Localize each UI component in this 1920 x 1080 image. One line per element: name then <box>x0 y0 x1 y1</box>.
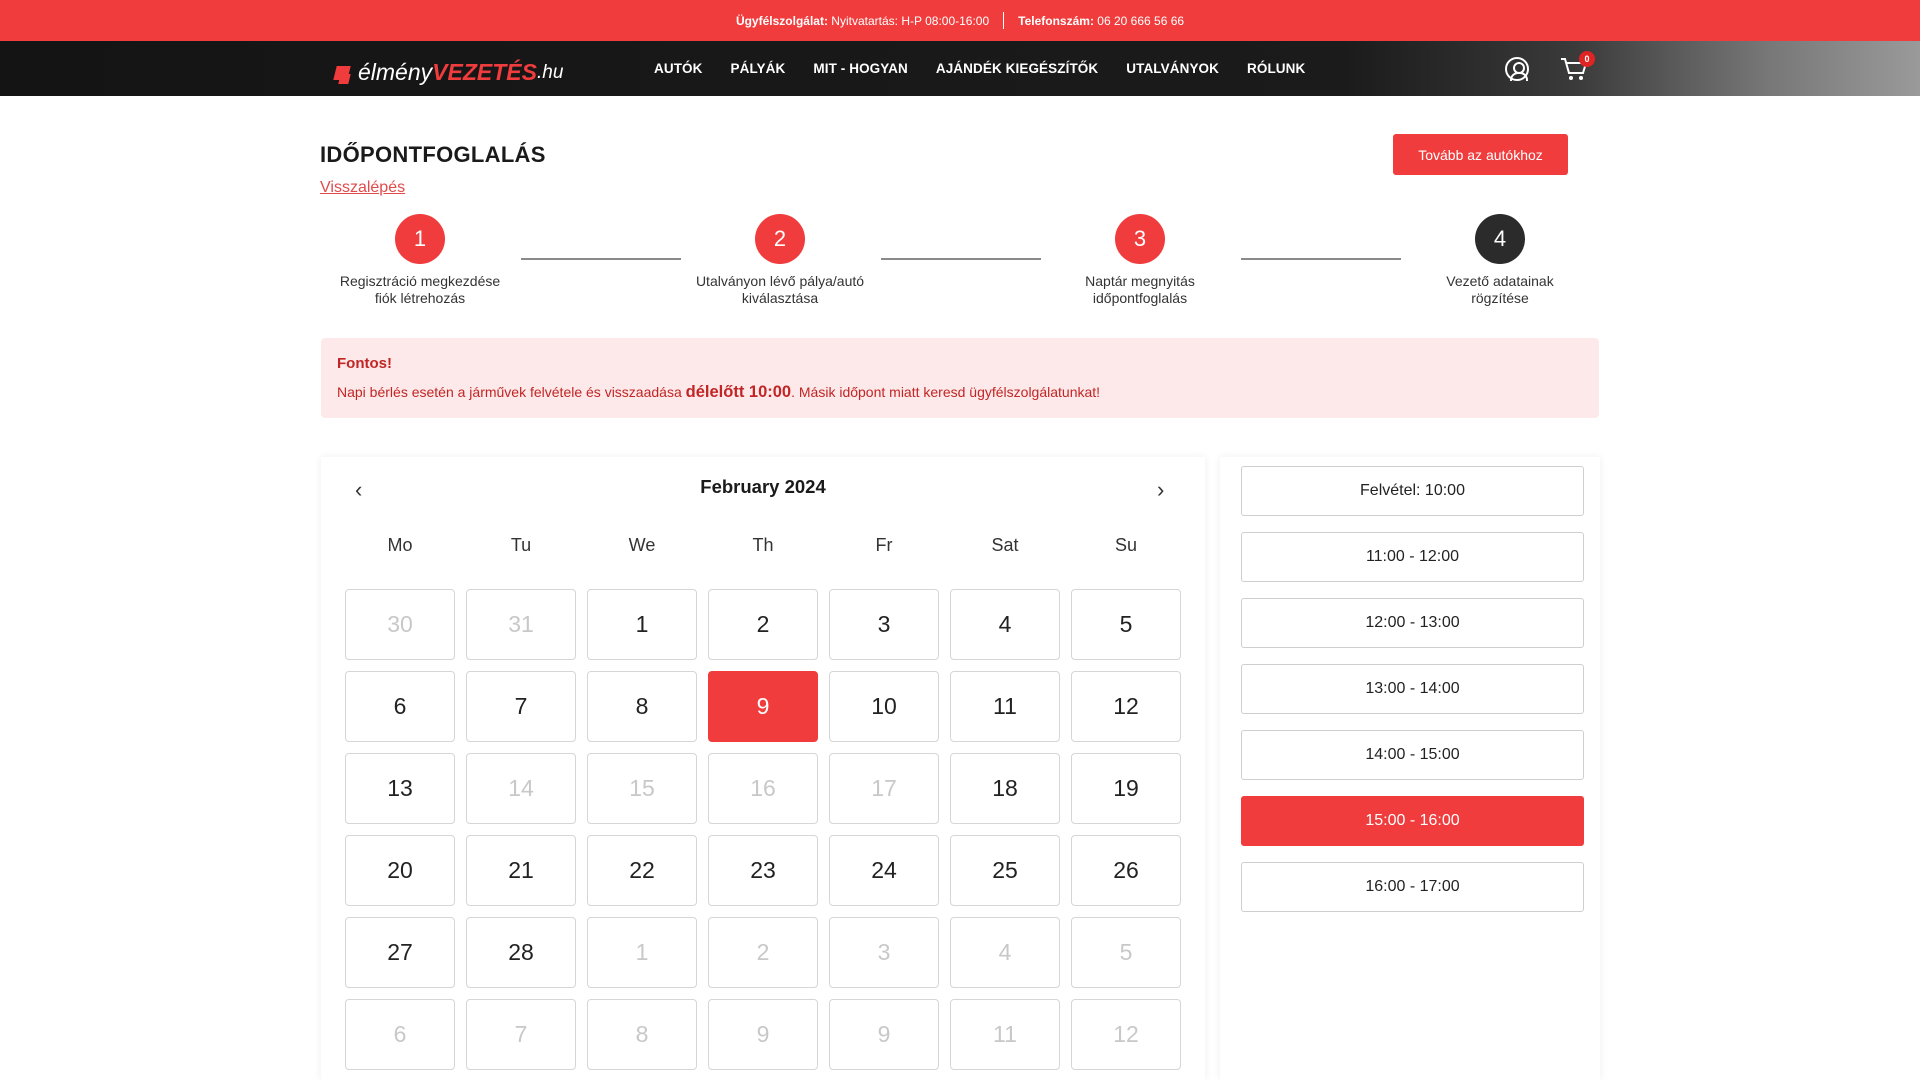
step-4-label: Vezető adatainak rögzítése <box>1446 273 1554 306</box>
cart-count-badge: 0 <box>1579 51 1595 67</box>
weekday-header: Th <box>752 535 774 555</box>
calendar-day: 6 <box>345 999 455 1070</box>
step-4-circle: 4 <box>1475 214 1525 264</box>
calendar-day[interactable]: 19 <box>1071 753 1181 824</box>
time-slot-button[interactable]: 11:00 - 12:00 <box>1241 532 1584 582</box>
calendar-day: 31 <box>466 589 576 660</box>
time-slot-button[interactable]: 12:00 - 13:00 <box>1241 598 1584 648</box>
pickup-time-slot[interactable]: Felvétel: 10:00 <box>1241 466 1584 516</box>
time-slot-button[interactable]: 16:00 - 17:00 <box>1241 862 1584 912</box>
important-notice: Fontos! Napi bérlés esetén a járművek fe… <box>321 338 1599 418</box>
calendar-day: 1 <box>587 917 697 988</box>
calendar-day: 14 <box>466 753 576 824</box>
calendar-day[interactable]: 7 <box>466 671 576 742</box>
calendar-day[interactable]: 25 <box>950 835 1060 906</box>
calendar-day[interactable]: 10 <box>829 671 939 742</box>
site-logo[interactable]: élmény VEZETÉS .hu <box>333 59 563 86</box>
main-nav: élmény VEZETÉS .hu AUTÓK PÁLYÁK MIT - HO… <box>0 41 1920 96</box>
calendar-month-title: February 2024 <box>700 476 826 497</box>
back-link[interactable]: Visszalépés <box>320 179 405 197</box>
calendar-day[interactable]: 3 <box>829 589 939 660</box>
calendar-day[interactable]: 21 <box>466 835 576 906</box>
calendar-day[interactable]: 27 <box>345 917 455 988</box>
calendar-day: 17 <box>829 753 939 824</box>
step-2-label: Utalványon lévő pálya/autó kiválasztása <box>695 273 865 306</box>
calendar-day[interactable]: 5 <box>1071 589 1181 660</box>
calendar-day[interactable]: 2 <box>708 589 818 660</box>
top-info-bar: Ügyfélszolgálat: Nyitvatartás: H-P 08:00… <box>0 0 1920 41</box>
calendar-day: 11 <box>950 999 1060 1070</box>
calendar-day[interactable]: 20 <box>345 835 455 906</box>
logo-mark-icon <box>333 65 351 80</box>
calendar-day-selected[interactable]: 9 <box>708 671 818 742</box>
weekday-header: Fr <box>875 535 893 555</box>
continue-to-cars-button[interactable]: Tovább az autókhoz <box>1393 134 1568 175</box>
calendar-day: 2 <box>708 917 818 988</box>
calendar-day[interactable]: 6 <box>345 671 455 742</box>
nav-item-ajandek[interactable]: AJÁNDÉK KIEGÉSZÍTŐK <box>936 61 1098 76</box>
step-3-circle: 3 <box>1115 214 1165 264</box>
calendar-day: 30 <box>345 589 455 660</box>
time-slot-button[interactable]: 15:00 - 16:00 <box>1241 796 1584 846</box>
step-3-label: Naptár megnyitás időpontfoglalás <box>1085 273 1195 306</box>
phone-number: Telefonszám: 06 20 666 56 66 <box>1018 13 1185 28</box>
calendar-day: 15 <box>587 753 697 824</box>
calendar-day[interactable]: 8 <box>587 671 697 742</box>
calendar-day[interactable]: 1 <box>587 589 697 660</box>
calendar-day[interactable]: 22 <box>587 835 697 906</box>
calendar-day: 8 <box>587 999 697 1070</box>
time-slot-button[interactable]: 13:00 - 14:00 <box>1241 664 1584 714</box>
calendar-day[interactable]: 4 <box>950 589 1060 660</box>
notice-text: Napi bérlés esetén a járművek felvétele … <box>337 383 1101 401</box>
booking-calendar: ‹ February 2024 › Mo Tu We Th Fr Sat Su 30 31 1 2… <box>321 457 1205 1080</box>
divider <box>1003 12 1005 29</box>
calendar-day[interactable]: 11 <box>950 671 1060 742</box>
nav-item-rolunk[interactable]: RÓLUNK <box>1247 61 1305 76</box>
step-connector <box>1241 258 1401 260</box>
calendar-day[interactable]: 28 <box>466 917 576 988</box>
calendar-day[interactable]: 13 <box>345 753 455 824</box>
time-slot-button[interactable]: 14:00 - 15:00 <box>1241 730 1584 780</box>
nav-item-mit-hogyan[interactable]: MIT - HOGYAN <box>813 61 907 76</box>
calendar-day[interactable]: 24 <box>829 835 939 906</box>
weekday-header: Sat <box>991 535 1019 555</box>
nav-item-utalvanyok[interactable]: UTALVÁNYOK <box>1126 61 1219 76</box>
step-connector <box>881 258 1041 260</box>
notice-title: Fontos! <box>337 355 392 372</box>
calendar-day: 3 <box>829 917 939 988</box>
calendar-day: 4 <box>950 917 1060 988</box>
calendar-day: 12 <box>1071 999 1181 1070</box>
calendar-day: 7 <box>466 999 576 1070</box>
calendar-day[interactable]: 26 <box>1071 835 1181 906</box>
user-account-icon[interactable] <box>1505 57 1529 81</box>
nav-item-autok[interactable]: AUTÓK <box>654 61 703 76</box>
weekday-header: We <box>628 535 656 555</box>
calendar-day[interactable]: 12 <box>1071 671 1181 742</box>
calendar-day: 9 <box>829 999 939 1070</box>
weekday-header: Su <box>1114 535 1138 555</box>
weekday-header: Mo <box>387 535 413 555</box>
nav-menu: AUTÓK PÁLYÁK MIT - HOGYAN AJÁNDÉK KIEGÉS… <box>654 41 1305 96</box>
calendar-day: 16 <box>708 753 818 824</box>
time-slot-panel: Felvétel: 10:00 11:00 - 12:00 12:00 - 13:0… <box>1220 457 1600 1080</box>
calendar-day: 9 <box>708 999 818 1070</box>
step-2-circle: 2 <box>755 214 805 264</box>
step-1-circle: 1 <box>395 214 445 264</box>
calendar-day: 5 <box>1071 917 1181 988</box>
weekday-header: Tu <box>510 535 532 555</box>
service-hours: Ügyfélszolgálat: Nyitvatartás: H-P 08:00… <box>735 13 990 28</box>
calendar-day[interactable]: 18 <box>950 753 1060 824</box>
page-title: IDŐPONTFOGLALÁS <box>320 142 546 167</box>
calendar-day[interactable]: 23 <box>708 835 818 906</box>
nav-item-palyak[interactable]: PÁLYÁK <box>731 61 786 76</box>
step-1-label: Regisztráció megkezdése fiók létrehozás <box>339 273 501 306</box>
next-month-arrow-icon[interactable]: › <box>1157 477 1164 503</box>
step-connector <box>521 258 681 260</box>
